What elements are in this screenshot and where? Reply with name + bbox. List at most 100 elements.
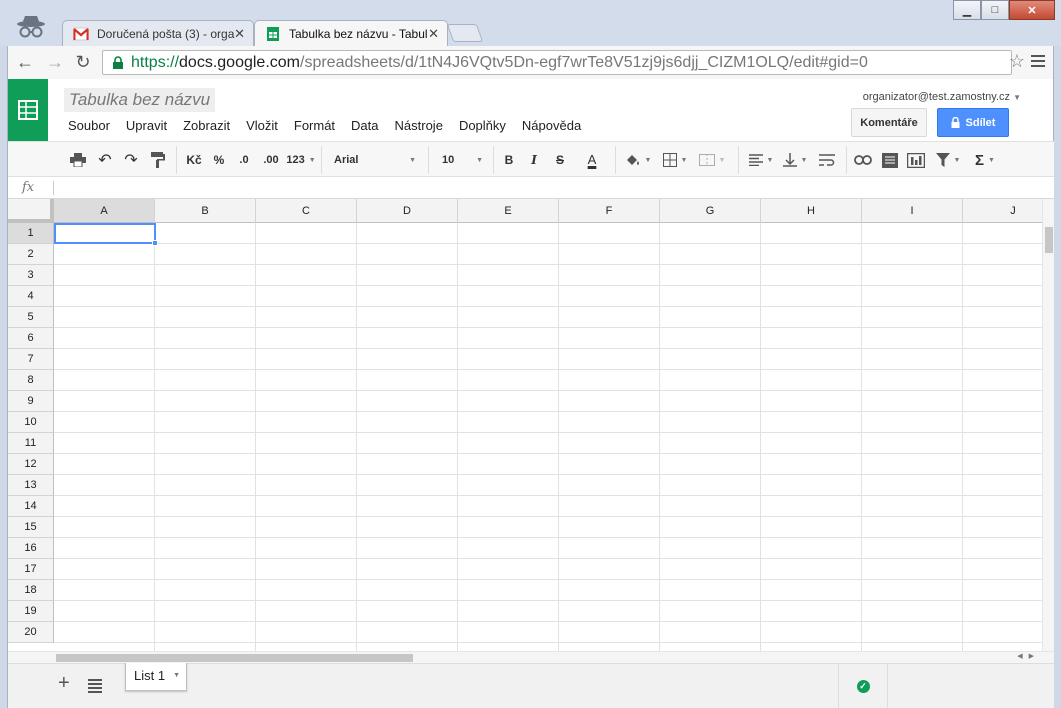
paint-format-icon[interactable] bbox=[148, 150, 168, 170]
redo-icon[interactable]: ↷ bbox=[121, 150, 141, 170]
formula-input[interactable] bbox=[60, 180, 1040, 196]
functions-button[interactable]: Σ ▼ bbox=[970, 150, 1000, 170]
column-header[interactable]: C bbox=[256, 199, 357, 223]
close-icon[interactable]: ✕ bbox=[428, 26, 439, 42]
row-header[interactable]: 10 bbox=[8, 412, 54, 433]
scroll-thumb[interactable] bbox=[56, 654, 413, 662]
menu-doplnky[interactable]: Doplňky bbox=[459, 118, 506, 133]
vertical-scrollbar[interactable] bbox=[1042, 199, 1054, 651]
window-close-icon[interactable]: ✕ bbox=[1009, 0, 1055, 20]
reload-icon[interactable]: ↻ bbox=[72, 52, 94, 72]
row-header[interactable]: 20 bbox=[8, 622, 54, 643]
minimize-icon[interactable]: ▁ bbox=[953, 0, 981, 20]
font-size-select[interactable]: 10 ▼ bbox=[440, 150, 485, 170]
row-header[interactable]: 16 bbox=[8, 538, 54, 559]
browser-tab-gmail[interactable]: Doručená pošta (3) - orga ✕ bbox=[62, 20, 254, 46]
column-header[interactable]: J bbox=[963, 199, 1042, 223]
row-header[interactable]: 13 bbox=[8, 475, 54, 496]
decrease-decimal-button[interactable]: .0 bbox=[234, 150, 254, 170]
column-header[interactable]: F bbox=[559, 199, 660, 223]
close-icon[interactable]: ✕ bbox=[234, 26, 245, 42]
new-tab-button[interactable] bbox=[446, 24, 484, 42]
row-header[interactable]: 18 bbox=[8, 580, 54, 601]
font-family-select[interactable]: Arial ▼ bbox=[330, 150, 420, 170]
column-header[interactable]: A bbox=[54, 199, 155, 223]
row-header[interactable]: 17 bbox=[8, 559, 54, 580]
row-header[interactable]: 15 bbox=[8, 517, 54, 538]
more-formats-button[interactable]: 123 ▼ bbox=[286, 150, 316, 170]
select-all-corner[interactable] bbox=[8, 199, 54, 223]
menu-nastroje[interactable]: Nástroje bbox=[395, 118, 443, 133]
row-header[interactable]: 6 bbox=[8, 328, 54, 349]
text-wrap-icon[interactable] bbox=[816, 150, 838, 170]
currency-format-button[interactable]: Kč bbox=[183, 150, 205, 170]
column-header[interactable]: B bbox=[155, 199, 256, 223]
add-sheet-icon[interactable]: + bbox=[58, 672, 70, 695]
row-header[interactable]: 3 bbox=[8, 265, 54, 286]
spreadsheet-grid[interactable]: ABCDEFGHIJ 1 2 3 4 5 6 7 8 9 10 11 12 13 14 15 16 17 18 19… bbox=[8, 199, 1042, 651]
share-button[interactable]: Sdílet bbox=[937, 108, 1009, 137]
fill-color-icon[interactable]: ▼ bbox=[622, 150, 654, 170]
row-header[interactable]: 1 bbox=[8, 223, 54, 244]
filter-icon[interactable]: ▼ bbox=[932, 150, 964, 170]
menu-vlozit[interactable]: Vložit bbox=[246, 118, 278, 133]
forward-arrow-icon[interactable]: → bbox=[44, 52, 66, 72]
column-header[interactable]: D bbox=[357, 199, 458, 223]
incognito-icon bbox=[17, 16, 45, 38]
merge-cells-icon[interactable]: ▼ bbox=[694, 150, 730, 170]
menu-soubor[interactable]: Soubor bbox=[68, 118, 110, 133]
maximize-icon[interactable]: □ bbox=[981, 0, 1009, 20]
bold-button[interactable]: B bbox=[501, 150, 517, 170]
increase-decimal-button[interactable]: .00 bbox=[260, 150, 282, 170]
caret-down-icon[interactable]: ▼ bbox=[173, 672, 180, 679]
browser-menu-icon[interactable] bbox=[1031, 52, 1045, 70]
column-header[interactable]: I bbox=[862, 199, 963, 223]
row-header[interactable]: 9 bbox=[8, 391, 54, 412]
text-color-button[interactable]: A bbox=[576, 150, 608, 170]
borders-icon[interactable]: ▼ bbox=[660, 150, 690, 170]
percent-format-button[interactable]: % bbox=[210, 150, 228, 170]
column-header[interactable]: E bbox=[458, 199, 559, 223]
scroll-thumb[interactable] bbox=[1045, 227, 1053, 253]
insert-comment-icon[interactable] bbox=[880, 150, 900, 170]
back-arrow-icon[interactable]: ← bbox=[14, 52, 36, 72]
bookmark-star-icon[interactable]: ☆ bbox=[1009, 51, 1025, 72]
address-bar[interactable]: https://docs.google.com/spreadsheets/d/1… bbox=[102, 50, 1012, 75]
row-header[interactable]: 2 bbox=[8, 244, 54, 265]
row-header[interactable]: 5 bbox=[8, 307, 54, 328]
menu-napoveda[interactable]: Nápověda bbox=[522, 118, 581, 133]
fill-handle[interactable] bbox=[152, 240, 158, 246]
column-header[interactable]: H bbox=[761, 199, 862, 223]
sheet-tab[interactable]: List 1 ▼ bbox=[125, 663, 187, 691]
horizontal-scrollbar[interactable]: ◀▶ bbox=[8, 651, 1054, 663]
menu-format[interactable]: Formát bbox=[294, 118, 335, 133]
document-title[interactable]: Tabulka bez názvu bbox=[64, 88, 216, 112]
menu-zobrazit[interactable]: Zobrazit bbox=[183, 118, 230, 133]
all-sheets-icon[interactable] bbox=[88, 677, 102, 695]
active-cell[interactable] bbox=[54, 223, 158, 246]
menu-data[interactable]: Data bbox=[351, 118, 378, 133]
scroll-arrows-icon[interactable]: ◀▶ bbox=[1017, 652, 1040, 660]
browser-tab-sheets[interactable]: Tabulka bez názvu - Tabul ✕ bbox=[254, 20, 448, 46]
row-header[interactable]: 12 bbox=[8, 454, 54, 475]
strikethrough-button[interactable]: S bbox=[552, 150, 568, 170]
sheets-logo-icon[interactable] bbox=[8, 79, 48, 141]
undo-icon[interactable]: ↶ bbox=[95, 150, 115, 170]
column-header[interactable]: G bbox=[660, 199, 761, 223]
row-header[interactable]: 14 bbox=[8, 496, 54, 517]
menu-upravit[interactable]: Upravit bbox=[126, 118, 167, 133]
account-email[interactable]: organizator@test.zamostny.cz ▼ bbox=[863, 91, 1021, 103]
comments-button[interactable]: Komentáře bbox=[851, 108, 927, 137]
insert-link-icon[interactable] bbox=[853, 150, 873, 170]
vertical-align-icon[interactable]: ▼ bbox=[780, 150, 810, 170]
row-header[interactable]: 7 bbox=[8, 349, 54, 370]
horizontal-align-icon[interactable]: ▼ bbox=[746, 150, 776, 170]
print-icon[interactable] bbox=[68, 150, 88, 170]
row-header[interactable]: 19 bbox=[8, 601, 54, 622]
row-header[interactable]: 8 bbox=[8, 370, 54, 391]
row-header[interactable]: 11 bbox=[8, 433, 54, 454]
row-header[interactable]: 4 bbox=[8, 286, 54, 307]
italic-button[interactable]: I bbox=[526, 150, 542, 170]
insert-chart-icon[interactable] bbox=[906, 150, 926, 170]
cells-area[interactable] bbox=[54, 223, 1042, 651]
